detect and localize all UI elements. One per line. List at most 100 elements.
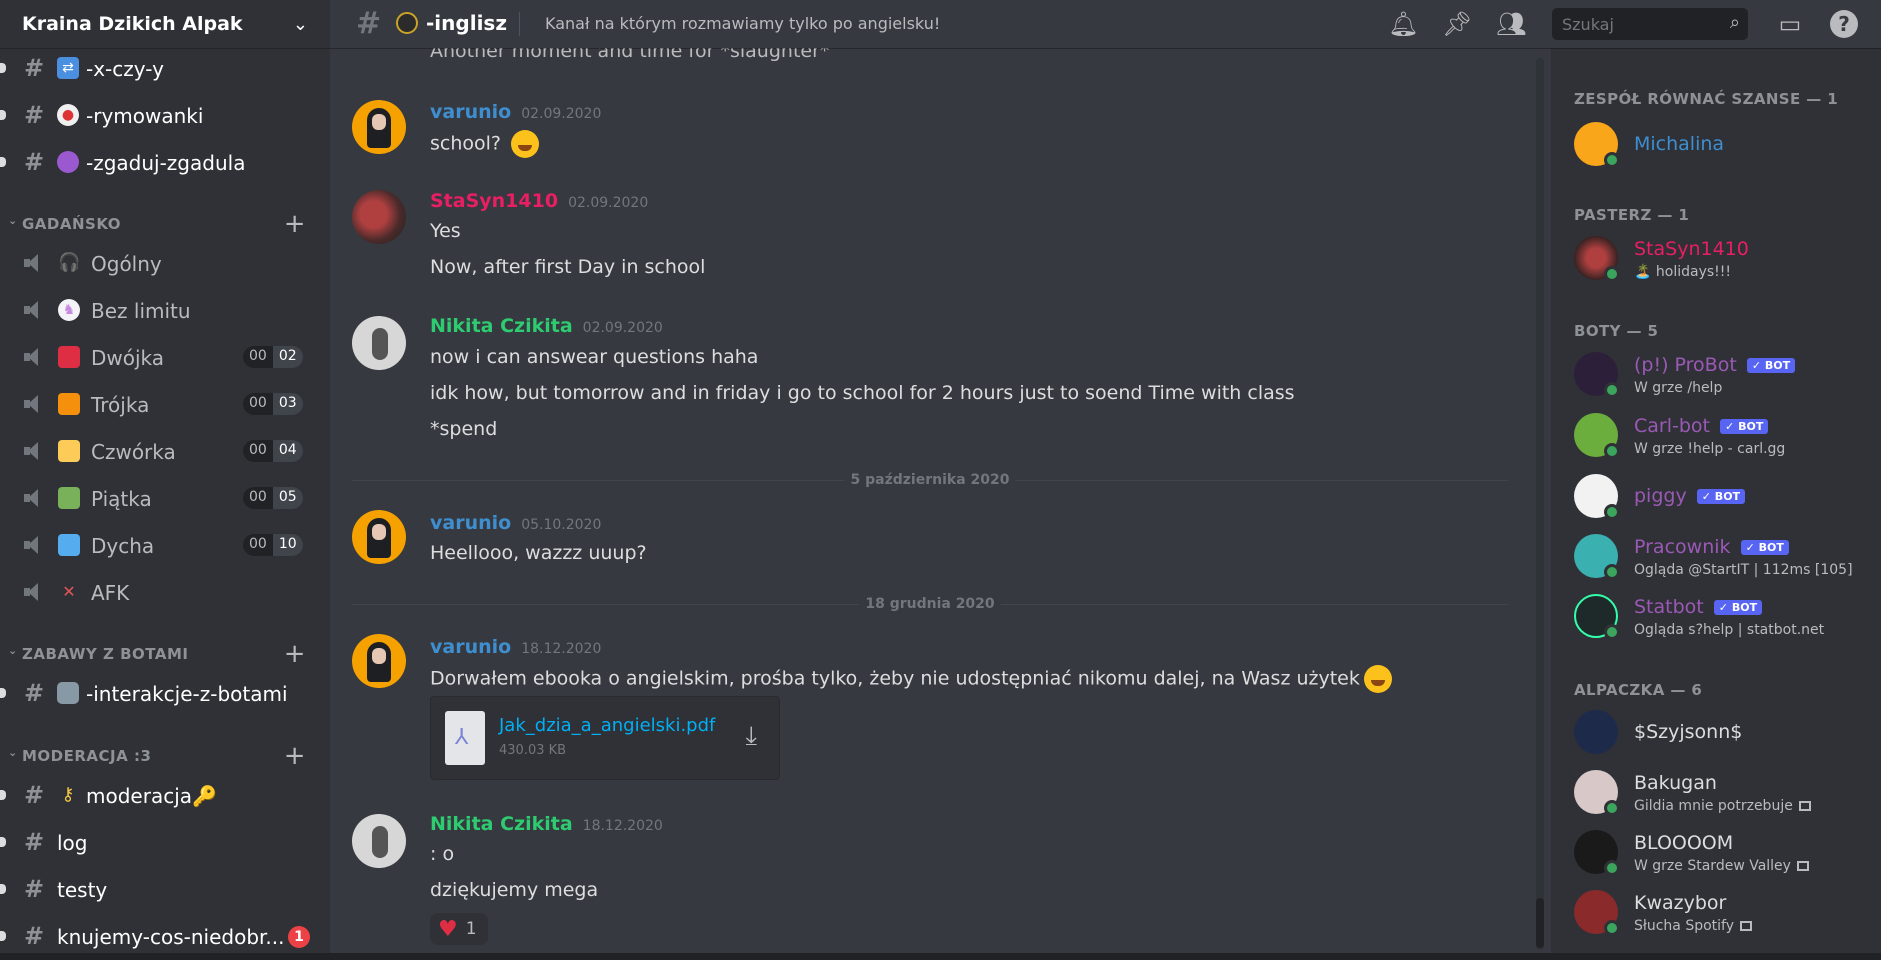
pdf-file-icon — [445, 711, 485, 765]
search-input[interactable] — [1552, 8, 1712, 40]
help-icon[interactable]: ? — [1830, 10, 1858, 38]
hash-icon: # — [24, 875, 45, 903]
channel-knujemy[interactable]: # knujemy-cos-niedobr... 1 — [0, 916, 330, 956]
username[interactable]: varunio — [430, 512, 511, 534]
channel-label: Bez limitu — [91, 299, 191, 323]
category-label: ZABAWY Z BOTAMI — [22, 645, 189, 663]
username[interactable]: StaSyn1410 — [430, 190, 558, 212]
avatar[interactable] — [352, 814, 406, 868]
inbox-icon[interactable]: ▭ — [1776, 10, 1804, 38]
voice-channel-czworka[interactable]: Czwórka 00 04 — [0, 431, 330, 471]
unread-indicator — [0, 63, 6, 73]
member-activity: Ogląda @StartIT | 112ms [105] — [1634, 562, 1853, 578]
voice-channel-dwojka[interactable]: Dwójka 00 02 — [0, 337, 330, 377]
hash-icon: # — [24, 679, 45, 707]
voice-channel-ogolny[interactable]: 🎧 Ogólny — [0, 243, 330, 283]
download-icon[interactable]: ⤓ — [746, 721, 758, 752]
member-activity: Słucha Spotify — [1634, 918, 1753, 934]
channel-log[interactable]: # log — [0, 822, 330, 862]
member-statbot[interactable]: Statbot ✓ BOT Ogląda s?help | statbot.ne… — [1574, 594, 1874, 648]
category-gadansko[interactable]: ⌄ GADAŃSKO + — [0, 209, 330, 239]
message-text: Another moment and time for *slaughter* — [430, 48, 830, 62]
channel-interakcje-z-botami[interactable]: # -interakcje-z-botami — [0, 673, 330, 713]
chevron-down-icon[interactable]: ⌄ — [293, 14, 308, 35]
member-bakugan[interactable]: Bakugan Gildia mnie potrzebuje — [1574, 770, 1874, 824]
channel-label: Dwójka — [91, 346, 165, 370]
avatar[interactable] — [352, 316, 406, 370]
username[interactable]: Nikita Czikita — [430, 813, 573, 835]
bot-tag: ✓ BOT — [1696, 489, 1746, 504]
message-header: varunio 18.12.2020 — [430, 636, 601, 658]
channel-testy[interactable]: # testy — [0, 869, 330, 909]
voice-channel-trojka[interactable]: Trójka 00 03 — [0, 384, 330, 424]
avatar[interactable] — [352, 190, 406, 244]
online-status-icon — [1604, 624, 1620, 640]
speaker-icon — [24, 253, 46, 273]
unread-indicator — [0, 931, 6, 941]
reaction-button[interactable]: ♥ 1 — [430, 913, 488, 945]
server-header[interactable]: Kraina Dzikich Alpak ⌄ — [0, 0, 330, 48]
add-channel-icon[interactable]: + — [284, 209, 306, 239]
avatar[interactable] — [352, 510, 406, 564]
voice-channel-piatka[interactable]: Piątka 00 05 — [0, 478, 330, 518]
speaker-icon — [24, 394, 46, 414]
role-header: PASTERZ — 1 — [1574, 206, 1690, 224]
member-pracownik[interactable]: Pracownik ✓ BOT Ogląda @StartIT | 112ms … — [1574, 534, 1874, 588]
member-blooom[interactable]: BLOOOOM W grze Stardew Valley — [1574, 830, 1874, 884]
channel-moderacja[interactable]: # ⚷ moderacja🔑 — [0, 775, 330, 815]
voice-channel-bez-limitu[interactable]: ♞ Bez limitu — [0, 290, 330, 330]
category-zabawy-z-botami[interactable]: ⌄ ZABAWY Z BOTAMI + — [0, 639, 330, 669]
online-status-icon — [1604, 920, 1620, 936]
pin-icon[interactable]: 📌︎ — [1442, 10, 1472, 38]
username[interactable]: varunio — [430, 636, 511, 658]
member-probot[interactable]: (p!) ProBot ✓ BOT W grze /help — [1574, 352, 1874, 406]
unread-indicator — [0, 837, 6, 847]
hash-icon: # — [24, 54, 45, 82]
channel-topic[interactable]: Kanał na którym rozmawiamy tylko po angi… — [545, 14, 940, 33]
channel-rymowanki[interactable]: # ● -rymowanki — [0, 95, 330, 135]
member-michalina[interactable]: Michalina — [1574, 122, 1874, 176]
member-kwazybor[interactable]: Kwazybor Słucha Spotify — [1574, 890, 1874, 944]
channel-zgaduj-zgadula[interactable]: # -zgaduj-zgadula — [0, 142, 330, 182]
avatar[interactable] — [352, 100, 406, 154]
channel-label: testy — [57, 878, 108, 902]
wink-emoji-icon — [1363, 665, 1392, 693]
attachment-link[interactable]: Jak_dzia_a_angielski.pdf — [499, 715, 715, 736]
timestamp: 05.10.2020 — [521, 517, 602, 533]
member-name: Bakugan — [1634, 772, 1717, 794]
member-carl-bot[interactable]: Carl-bot ✓ BOT W grze !help - carl.gg — [1574, 413, 1874, 467]
speaker-icon — [24, 441, 46, 461]
user-limit-badge: 00 04 — [243, 440, 303, 462]
username[interactable]: Nikita Czikita — [430, 315, 573, 337]
bot-tag: ✓ BOT — [1720, 419, 1769, 434]
username[interactable]: varunio — [430, 101, 511, 123]
unread-indicator — [0, 688, 6, 698]
add-channel-icon[interactable]: + — [284, 639, 306, 669]
members-icon[interactable]: 👥︎ — [1496, 10, 1526, 38]
voice-channel-afk[interactable]: ✕ AFK — [0, 572, 330, 612]
message-text: dziękujemy mega — [430, 879, 599, 901]
member-stasyn1410[interactable]: StaSyn1410 🏝️ holidays!!! — [1574, 236, 1874, 290]
orange-square-icon — [58, 393, 80, 415]
scrollbar-thumb[interactable] — [1536, 898, 1544, 948]
search-box[interactable]: ⌕ — [1552, 8, 1748, 40]
reaction-count: 1 — [465, 919, 477, 939]
member-piggy[interactable]: piggy ✓ BOT — [1574, 474, 1874, 528]
chevron-down-icon: ⌄ — [8, 214, 18, 227]
member-szyjsonn[interactable]: $Szyjsonn$ — [1574, 710, 1874, 764]
scrollbar-track[interactable] — [1536, 58, 1544, 950]
member-name: piggy ✓ BOT — [1634, 485, 1746, 507]
hash-icon: # — [356, 6, 382, 41]
bell-icon[interactable]: 🔔︎ — [1388, 10, 1418, 38]
yellow-square-icon — [58, 440, 80, 462]
timestamp: 02.09.2020 — [582, 320, 663, 336]
category-moderacja[interactable]: ⌄ MODERACJA :3 + — [0, 741, 330, 771]
role-header: ZESPÓŁ RÓWNAĆ SZANSE — 1 — [1574, 90, 1839, 108]
add-channel-icon[interactable]: + — [284, 741, 306, 771]
voice-channel-dycha[interactable]: Dycha 00 10 — [0, 525, 330, 565]
search-icon: ⌕ — [1729, 12, 1740, 33]
online-status-icon — [1604, 443, 1620, 459]
profile-card-icon — [1740, 921, 1753, 931]
avatar[interactable] — [352, 634, 406, 688]
channel-x-czy-y[interactable]: # ⇄ -x-czy-y — [0, 48, 330, 88]
